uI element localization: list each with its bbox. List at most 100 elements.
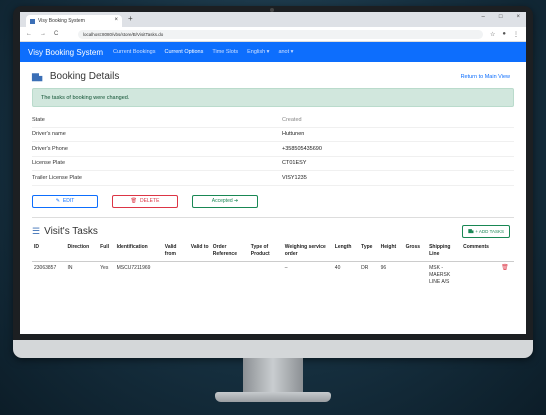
booking-details-title: Booking Details [49,71,120,82]
cell-type: DR [361,264,369,271]
booking-actions: ✎ EDIT 🗑 DELETE Accepted ➔ [32,194,514,208]
app-navbar: Visy Booking System Current Bookings Cur… [20,42,526,62]
edit-label: EDIT [62,198,75,204]
detail-row-license-plate: License Plate CT01ESY [32,157,514,171]
accepted-button[interactable]: Accepted ➔ [192,194,258,208]
success-alert: The tasks of booking were changed. [32,88,514,107]
detail-row-driver-name: Driver's name Huttunen [32,128,514,142]
list-icon: ☰ [32,225,41,236]
cell-identification: MSCU7211969 [116,264,151,271]
nav-current-bookings[interactable]: Current Bookings [113,49,156,55]
cell-order-reference [211,261,249,289]
add-tasks-label: + ADD TASKS [475,228,504,234]
detail-label: Driver's Phone [32,145,68,152]
col-valid-from: Valid from [162,242,189,262]
brand-title[interactable]: Visy Booking System [20,48,103,57]
cell-valid-to [189,261,211,289]
window-controls: – □ × [482,14,520,20]
back-icon[interactable]: ← [26,31,32,37]
col-comments: Comments [461,242,500,262]
delete-label: DELETE [139,198,160,204]
forward-icon[interactable]: → [40,31,46,37]
visit-tasks-title: Visit's Tasks [44,225,98,237]
visit-tasks-heading: ☰ Visit's Tasks ▆▖ + ADD TASKS [32,223,514,238]
detail-row-driver-phone: Driver's Phone +358505435690 [32,142,514,157]
detail-label: State [32,116,45,123]
delete-button[interactable]: 🗑 DELETE [112,194,178,208]
address-bar: ← → C localhost:8080/vbs/store/B/VisitTa… [20,27,526,42]
cell-weighing-service-order: – [284,264,288,271]
cell-height: 96 [380,264,387,271]
edit-button[interactable]: ✎ EDIT [32,194,98,208]
detail-value: VISY1235 [282,174,307,181]
table-row[interactable]: 23063857 IN Yes MSCU7211969 – 40 DR 96 M… [32,261,514,289]
pencil-icon: ✎ [55,198,60,204]
minimize-icon[interactable]: – [482,14,485,20]
monitor-chin [13,340,533,358]
menu-kebab-icon[interactable]: ⋮ [513,31,519,38]
cell-id: 23063857 [34,264,57,271]
section-divider [32,216,514,218]
cell-direction: IN [67,264,73,271]
cell-length: 40 [334,264,341,271]
new-tab-button[interactable]: + [128,14,133,23]
detail-label: Trailer License Plate [32,174,82,181]
nav-language-dropdown[interactable]: English ▾ [247,49,269,55]
browser-tab[interactable]: Visy Booking System × [26,15,122,27]
col-valid-to: Valid to [188,242,211,262]
bookmark-star-icon[interactable]: ☆ [490,31,495,38]
browser-tabbar: Visy Booking System × + – □ × [20,12,526,27]
nav-user-dropdown[interactable]: anot ▾ [278,49,293,55]
col-actions [499,242,514,262]
screen: Visy Booking System × + – □ × ← → C loca… [20,12,526,334]
cell-actions: 🗑 [499,261,514,289]
monitor-stand-neck [243,358,303,396]
booking-details-heading: ▆▖ Booking Details [32,71,514,82]
url-input[interactable]: localhost:8080/vbs/store/B/VisitTasks.do [78,29,483,39]
cell-type-of-product [249,261,283,289]
truck-icon: ▆▖ [32,71,46,81]
maximize-icon[interactable]: □ [499,14,503,20]
add-tasks-button[interactable]: ▆▖ + ADD TASKS [462,224,510,238]
col-id: ID [32,242,66,262]
detail-row-trailer-plate: Trailer License Plate VISY1235 [32,171,514,186]
detail-value: CT01ESY [282,160,307,167]
col-length: Length [332,242,360,262]
cell-comments [461,261,499,289]
truck-small-icon: ▆▖ [468,228,476,233]
detail-label: Driver's name [32,131,66,138]
monitor-stand-base [215,392,331,402]
nav-time-slots[interactable]: Time Slots [212,49,238,55]
detail-value: +358505435690 [282,145,322,152]
col-direction: Direction [65,242,99,262]
booking-details-list: State Created Driver's name Huttunen Dri… [32,113,514,186]
return-to-main-link[interactable]: Return to Main View [461,74,510,80]
col-shipping-line: Shipping Line [427,242,462,262]
trash-icon: 🗑 [130,198,137,204]
col-weighing-service-order: Weighing service order [282,242,333,262]
close-window-icon[interactable]: × [516,14,520,20]
tab-close-icon[interactable]: × [114,17,118,23]
col-identification: Identification [114,242,163,262]
cell-valid-from [163,261,189,289]
cell-full: Yes [100,264,109,271]
cell-gross [404,261,428,289]
col-type-of-product: Type of Product [248,242,283,262]
detail-value: Created [282,116,302,123]
col-gross: Gross [403,242,428,262]
profile-icon[interactable]: ● [502,31,506,38]
reload-icon[interactable]: C [54,31,58,37]
col-full: Full [98,242,115,262]
delete-task-trash-icon[interactable]: 🗑 [501,265,509,271]
detail-value: Huttunen [282,131,305,138]
cell-shipping-line: MSK - MAERSK LINE A/S [429,264,451,285]
tasks-table: ID Direction Full Identification Valid f… [32,242,514,289]
detail-row-state: State Created [32,113,514,128]
nav-current-options[interactable]: Current Options [165,49,204,55]
favicon-icon [30,18,35,24]
col-height: Height [378,242,404,262]
table-header-row: ID Direction Full Identification Valid f… [32,242,514,262]
main-content: ▆▖ Booking Details Return to Main View T… [20,62,526,289]
col-order-reference: Order Reference [210,242,249,262]
tab-title: Visy Booking System [38,18,85,24]
